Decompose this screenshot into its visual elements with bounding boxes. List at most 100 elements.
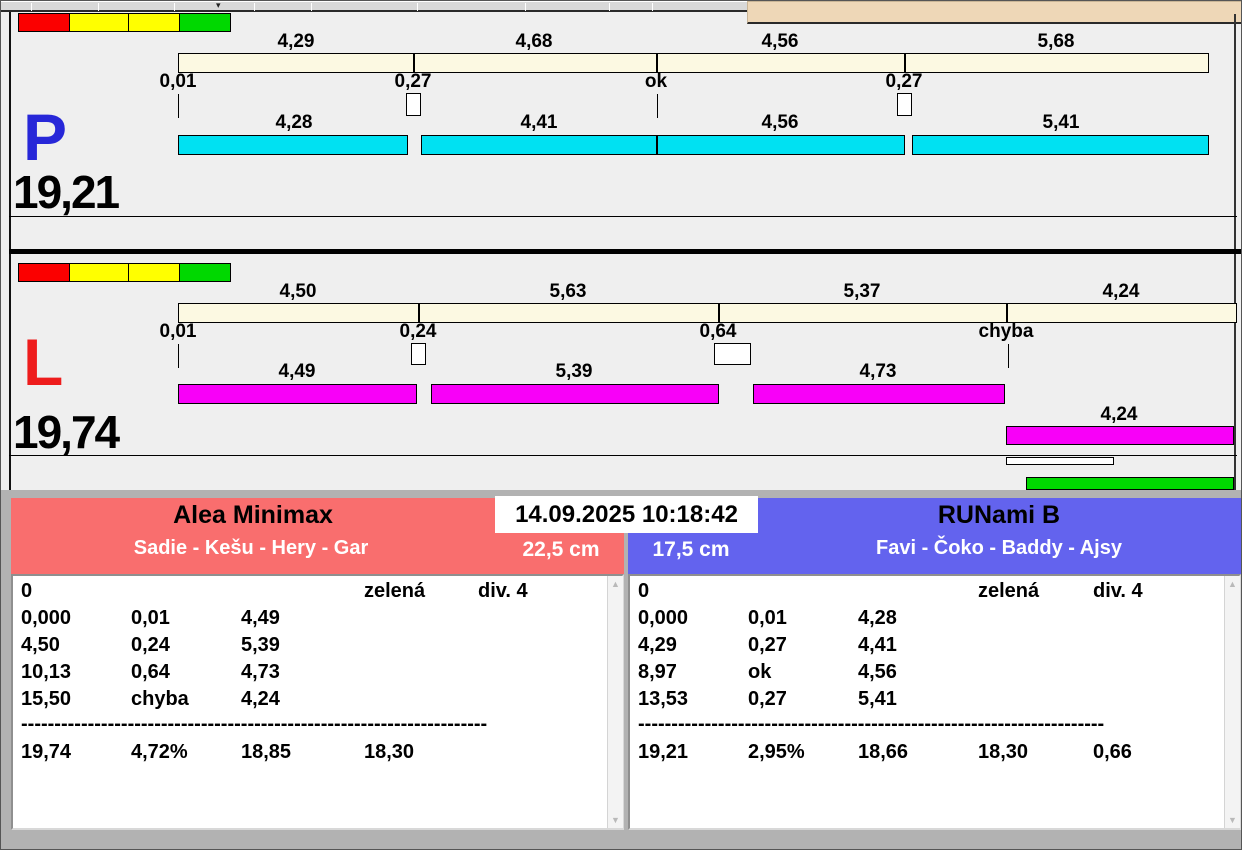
planned-splits-bar (178, 303, 1237, 323)
run-time-label: 4,73 (859, 361, 897, 382)
changeover-label: 0,01 (159, 321, 197, 342)
toolbar-divider (417, 3, 418, 11)
toolbar-divider (98, 3, 99, 11)
traffic-light-green-icon (179, 13, 231, 32)
accent-strip (747, 1, 1241, 24)
bar-divider (656, 54, 658, 72)
team-dogs: Favi - Čoko - Baddy - Ajsy (876, 537, 1122, 559)
split-time-label: 5,37 (843, 281, 881, 302)
total-cell: 0,66 (1093, 741, 1132, 763)
traffic-light-yellow-icon (128, 13, 180, 32)
result-cell: 0,01 (131, 607, 170, 629)
result-cell: 0,64 (131, 661, 170, 683)
changeover-label: 0,27 (394, 71, 432, 92)
lane-l-total: 19,74 (13, 406, 120, 458)
scroll-up-icon[interactable]: ▲ (1225, 579, 1240, 589)
bar-divider (904, 54, 906, 72)
toolbar-strip[interactable]: ▾ (1, 1, 747, 12)
result-cell: 4,73 (241, 661, 280, 683)
toolbar-divider (652, 3, 653, 11)
bar-divider (418, 304, 420, 322)
run-time-label: 4,28 (275, 112, 313, 133)
scrollbar[interactable]: ▲ ▼ (607, 576, 623, 828)
changeover-label: 0,27 (885, 71, 923, 92)
result-cell: 0,000 (21, 607, 72, 629)
total-cell: 19,74 (21, 741, 72, 763)
run-bar-segment (912, 135, 1209, 155)
changeover-tick (657, 94, 658, 118)
split-time-label: 4,24 (1102, 281, 1140, 302)
result-cell: div. 4 (1093, 580, 1143, 602)
totals-separator: ----------------------------------------… (21, 713, 488, 735)
result-cell: ok (748, 661, 772, 683)
result-cell: zelená (978, 580, 1040, 602)
scroll-down-icon[interactable]: ▼ (1225, 815, 1240, 825)
split-time-label: 4,29 (277, 31, 315, 52)
panel-border (9, 216, 1237, 217)
team-name: Alea Minimax (173, 501, 333, 529)
run-time-label: 4,24 (1100, 404, 1138, 425)
changeover-tick (178, 344, 179, 368)
team-name: RUNami B (937, 501, 1061, 529)
run-time-label: 4,49 (278, 361, 316, 382)
lane-l-letter: L (23, 325, 64, 399)
result-cell: 15,50 (21, 688, 72, 710)
result-cell: 4,24 (241, 688, 280, 710)
traffic-light-yellow-icon (69, 13, 129, 32)
result-cell: 10,13 (21, 661, 72, 683)
result-cell: 4,41 (858, 634, 897, 656)
changeover-checkbox (714, 343, 751, 365)
result-cell: 4,29 (638, 634, 677, 656)
run-bar-segment-offset (1006, 426, 1234, 445)
scroll-down-icon[interactable]: ▼ (608, 815, 623, 825)
scroll-up-icon[interactable]: ▲ (608, 579, 623, 589)
result-cell: zelená (364, 580, 426, 602)
toolbar-divider (174, 3, 175, 11)
run-time-label: 5,39 (555, 361, 593, 382)
changeover-label: ok (644, 71, 668, 92)
split-time-label: 5,63 (549, 281, 587, 302)
lane-p-letter: P (23, 100, 68, 174)
total-cell: 2,95% (748, 741, 805, 763)
run-time-label: 4,56 (761, 112, 799, 133)
scrollbar[interactable]: ▲ ▼ (1224, 576, 1240, 828)
run-bar-segment (178, 384, 417, 404)
run-time-label: 4,41 (520, 112, 558, 133)
changeover-checkbox (411, 343, 426, 365)
lane-p-total: 19,21 (13, 166, 120, 218)
result-cell: 0 (21, 580, 33, 602)
run-bar-segment (753, 384, 1005, 404)
total-cell: 4,72% (131, 741, 188, 763)
bar-divider (656, 136, 658, 154)
toolbar-divider (609, 3, 610, 11)
toolbar-divider (254, 3, 255, 11)
changeover-tick (1008, 344, 1009, 368)
split-time-label: 4,50 (279, 281, 317, 302)
planned-splits-bar (178, 53, 1209, 73)
result-cell: 4,49 (241, 607, 280, 629)
status-green-bar (1026, 477, 1234, 490)
progress-outline-bar (1006, 457, 1114, 465)
traffic-light-green-icon (179, 263, 231, 282)
split-time-label: 4,56 (761, 31, 799, 52)
traffic-light-red-icon (18, 263, 70, 282)
changeover-checkbox (406, 93, 421, 116)
changeover-checkbox (897, 93, 912, 116)
results-list-right: ▲ ▼ (628, 574, 1241, 830)
run-bar-segment (431, 384, 719, 404)
result-cell: 0,01 (748, 607, 787, 629)
result-cell: chyba (131, 688, 189, 710)
result-cell: 4,28 (858, 607, 897, 629)
result-cell: 0 (638, 580, 650, 602)
traffic-light-red-icon (18, 13, 70, 32)
timestamp: 14.09.2025 10:18:42 (495, 496, 758, 533)
toolbar-divider (525, 3, 526, 11)
toolbar-divider (31, 3, 32, 11)
result-cell: 0,27 (748, 634, 787, 656)
result-cell: 8,97 (638, 661, 677, 683)
result-cell: 0,24 (131, 634, 170, 656)
changeover-label: 0,64 (699, 321, 737, 342)
bar-divider (1006, 304, 1008, 322)
run-bar-segment (178, 135, 408, 155)
result-cell: div. 4 (478, 580, 528, 602)
